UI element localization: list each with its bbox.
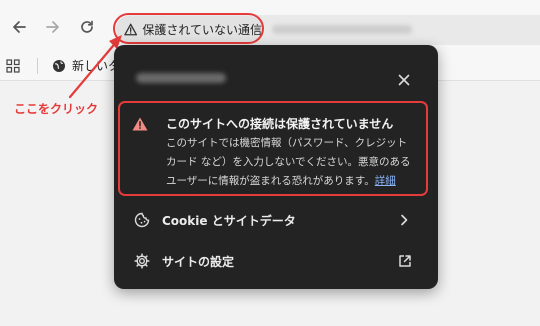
annotation-label: ここをクリック	[14, 102, 99, 116]
warning-title: このサイトへの接続は保護されていません	[166, 117, 394, 131]
site-settings-label: サイトの設定	[162, 254, 235, 269]
globe-icon	[53, 59, 65, 72]
site-settings-row[interactable]: サイトの設定	[114, 243, 438, 279]
close-button[interactable]	[396, 72, 412, 88]
bookmarks-separator	[37, 58, 38, 74]
url-text-blurred	[272, 25, 412, 34]
back-button[interactable]	[8, 16, 30, 38]
apps-grid-icon	[6, 59, 20, 73]
site-name-blurred	[136, 73, 226, 83]
arrow-left-icon	[13, 21, 26, 33]
chevron-right-icon	[398, 214, 410, 226]
details-link[interactable]: 詳細	[375, 175, 396, 187]
cookie-site-data-row[interactable]: Cookie とサイトデータ	[114, 202, 438, 238]
bookmark-label: 新しいタ	[72, 59, 121, 73]
gear-icon	[134, 253, 150, 269]
site-info-panel: このサイトへの接続は保護されていません このサイトでは機密情報（パスワード、クレ…	[114, 45, 438, 289]
open-external-icon	[398, 254, 412, 268]
security-chip-highlight	[113, 13, 264, 44]
apps-button[interactable]	[6, 58, 20, 77]
warning-body: このサイトでは機密情報（パスワード、クレジット カード など）を入力しないでくだ…	[166, 134, 420, 191]
forward-button[interactable]	[42, 16, 64, 38]
close-icon	[398, 74, 410, 86]
cookie-icon	[134, 212, 150, 228]
arrow-right-icon	[46, 21, 59, 33]
reload-icon	[81, 20, 93, 33]
cookie-row-label: Cookie とサイトデータ	[162, 213, 296, 228]
warning-icon-wrap	[132, 116, 148, 135]
bookmark-item[interactable]: 新しいタ	[52, 57, 120, 74]
reload-button[interactable]	[76, 16, 98, 38]
warning-triangle-icon	[132, 117, 148, 131]
